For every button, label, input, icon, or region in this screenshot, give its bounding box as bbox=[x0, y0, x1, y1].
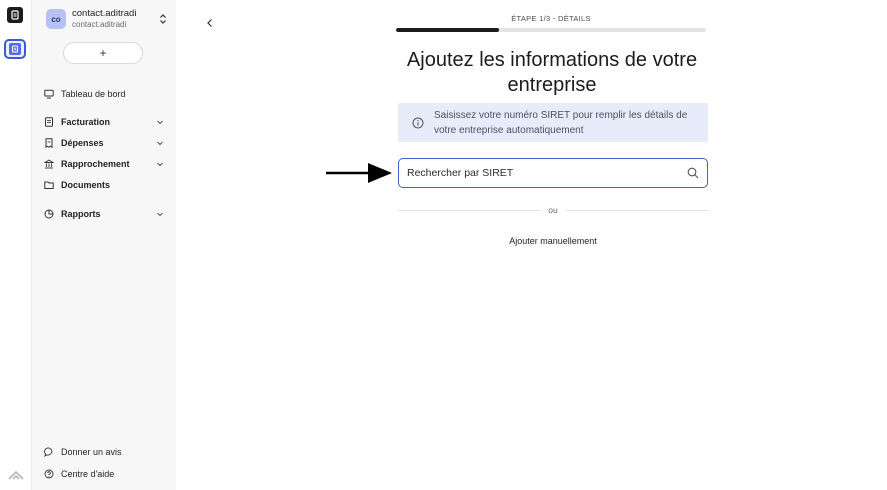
add-manually-button[interactable]: Ajouter manuellement bbox=[398, 236, 708, 246]
feedback-link[interactable]: Donner un avis bbox=[44, 445, 164, 459]
sidebar-item-tableau-de-bord[interactable]: Tableau de bord bbox=[44, 86, 164, 102]
chevron-down-icon[interactable] bbox=[156, 139, 164, 147]
arrow-right-icon bbox=[326, 163, 392, 183]
sidebar-item-label: Documents bbox=[61, 180, 111, 190]
info-banner: Saisissez votre numéro SIRET pour rempli… bbox=[398, 103, 708, 142]
page-title: Ajoutez les informations de votre entrep… bbox=[406, 49, 698, 96]
siret-search-input[interactable] bbox=[407, 167, 687, 179]
sidebar-item-depenses[interactable]: Dépenses bbox=[44, 135, 164, 151]
progress-bar bbox=[396, 28, 706, 32]
help-center-link[interactable]: Centre d'aide bbox=[44, 467, 164, 481]
sidebar-item-rapprochement[interactable]: Rapprochement bbox=[44, 156, 164, 172]
chat-bubble-icon bbox=[44, 447, 54, 457]
step-indicator: ÉTAPE 1/3 - DÉTAILS bbox=[511, 14, 591, 23]
account-email: contact.aditradi bbox=[72, 20, 127, 29]
info-icon bbox=[412, 117, 424, 128]
app-window: co contact.aditradi contact.aditradi + T… bbox=[0, 0, 887, 490]
back-chevron-icon[interactable] bbox=[205, 18, 215, 28]
sidebar-item-label: Rapports bbox=[61, 209, 101, 219]
bank-icon bbox=[44, 159, 54, 169]
info-text: Saisissez votre numéro SIRET pour rempli… bbox=[434, 109, 688, 136]
sidebar-item-label: Dépenses bbox=[61, 138, 104, 148]
invoice-icon bbox=[44, 117, 54, 127]
progress-fill bbox=[396, 28, 500, 32]
account-switcher[interactable]: co contact.aditradi contact.aditradi bbox=[46, 8, 168, 30]
chevron-down-icon[interactable] bbox=[156, 210, 164, 218]
icon-rail bbox=[0, 0, 32, 490]
sidebar-item-label: Rapprochement bbox=[61, 159, 130, 169]
app-logo-icon[interactable] bbox=[7, 7, 23, 23]
workspace-switch-icon[interactable] bbox=[4, 39, 26, 59]
chevron-up-down-icon[interactable] bbox=[158, 12, 168, 26]
pie-chart-icon bbox=[44, 209, 54, 219]
or-divider: ou bbox=[398, 204, 708, 216]
chevron-down-icon[interactable] bbox=[156, 160, 164, 168]
sidebar-item-documents[interactable]: Documents bbox=[44, 177, 164, 193]
sidebar-item-facturation[interactable]: Facturation bbox=[44, 114, 164, 130]
monitor-icon bbox=[44, 89, 54, 99]
siret-search-field[interactable] bbox=[398, 158, 708, 188]
feedback-label: Donner un avis bbox=[61, 447, 122, 457]
divider-label: ou bbox=[548, 205, 558, 215]
account-name: contact.aditradi bbox=[72, 8, 137, 19]
brand-mark-icon bbox=[8, 468, 24, 480]
folder-icon bbox=[44, 180, 54, 190]
receipt-icon bbox=[44, 138, 54, 148]
search-icon[interactable] bbox=[687, 167, 699, 179]
chevron-down-icon[interactable] bbox=[156, 118, 164, 126]
sidebar-item-rapports[interactable]: Rapports bbox=[44, 206, 164, 222]
add-button[interactable]: + bbox=[63, 42, 143, 64]
sidebar-item-label: Facturation bbox=[61, 117, 111, 127]
sidebar-item-label: Tableau de bord bbox=[61, 89, 126, 99]
sidebar: co contact.aditradi contact.aditradi + T… bbox=[32, 0, 176, 490]
help-center-label: Centre d'aide bbox=[61, 469, 115, 479]
avatar: co bbox=[46, 9, 66, 29]
help-circle-icon bbox=[44, 469, 54, 479]
